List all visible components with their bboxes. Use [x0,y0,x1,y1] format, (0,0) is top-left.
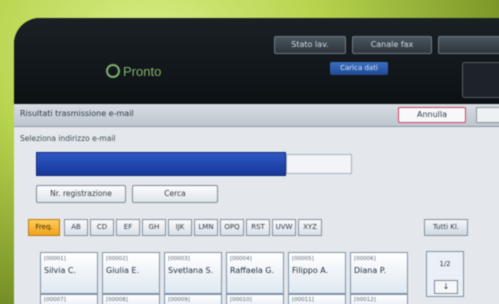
address-entry[interactable]: [00002] Giulia E. [102,252,160,294]
entry-name: Giulia E. [106,266,139,275]
email-address-field-end[interactable] [286,154,352,174]
entry-number: [00006] [354,256,376,262]
email-address-field[interactable] [36,152,286,176]
entry-number: [00012] [354,297,376,303]
tab-xyz[interactable]: XYZ [298,219,322,236]
entry-number: [00007] [44,297,66,303]
address-entry[interactable]: [00003] Svetlana S. [164,252,222,294]
email-results-panel: Risultati trasmissione e-mail Annulla Se… [14,104,499,304]
address-entry[interactable]: [00006] Diana P. [350,252,408,294]
entry-number: [00009] [168,297,190,303]
search-button[interactable]: Cerca [132,185,218,203]
device-bezel: Stato lav. Canale fax Pronto Carica dati… [0,0,499,304]
tab-freq[interactable]: Freq. [28,219,60,236]
entry-name: Filippo A. [292,266,329,275]
top-bar: Stato lav. Canale fax Pronto Carica dati [14,18,499,104]
tab-ef[interactable]: EF [116,219,140,236]
entry-number: [00010] [230,297,252,303]
address-entry[interactable]: [00001] Silvia C. [40,252,98,294]
registration-number-button[interactable]: Nr. registrazione [36,185,126,203]
address-entry[interactable]: [00004] Raffaela G. [226,252,284,294]
entry-name: Silvia C. [44,266,77,275]
entry-name: Diana P. [354,266,386,275]
tab-gh[interactable]: GH [142,219,166,236]
data-status-chip: Carica dati [330,62,388,75]
entry-number: [00011] [292,297,314,303]
panel-title: Risultati trasmissione e-mail [20,109,134,118]
tab-lmn[interactable]: LMN [194,219,218,236]
address-entry[interactable]: [00011] [288,294,346,304]
fax-channel-button[interactable]: Canale fax [352,36,432,54]
ready-label: Pronto [123,64,162,79]
page-navigator: 1/2 ↓ [426,251,464,297]
page-indicator: 1/2 [439,260,451,268]
entry-number: [00001] [44,256,66,262]
tab-opq[interactable]: OPQ [220,219,244,236]
tab-all[interactable]: Tutti Kl. [424,219,468,236]
ready-status: Pronto [106,64,161,79]
tab-ijk[interactable]: IJK [168,219,192,236]
entry-number: [00008] [106,297,128,303]
tab-ab[interactable]: AB [64,219,88,236]
tab-rst[interactable]: RST [246,219,270,236]
address-entry[interactable]: [00005] Filippo A. [288,252,346,294]
tab-cd[interactable]: CD [90,219,114,236]
entry-number: [00002] [106,256,128,262]
top-button-3[interactable] [438,36,499,54]
address-entry[interactable]: [00007] [40,294,98,304]
ok-button[interactable] [476,107,499,123]
select-email-label: Seleziona indirizzo e-mail [20,134,116,143]
cancel-button[interactable]: Annulla [398,107,466,123]
address-entry[interactable]: [00008] [102,294,160,304]
entry-name: Raffaela G. [230,266,275,275]
entry-number: [00003] [168,256,190,262]
next-page-button[interactable]: ↓ [434,280,458,294]
tab-uvw[interactable]: UVW [272,219,296,236]
address-entry[interactable]: [00010] [226,294,284,304]
device-screen: Stato lav. Canale fax Pronto Carica dati… [14,18,499,304]
entry-number: [00005] [292,256,314,262]
ready-icon [106,64,120,78]
panel-titlebar: Risultati trasmissione e-mail Annulla [14,104,499,127]
side-panel-button[interactable] [462,62,499,98]
address-entry[interactable]: [00009] [164,294,222,304]
entry-name: Svetlana S. [168,266,214,275]
entry-number: [00004] [230,256,252,262]
job-status-button[interactable]: Stato lav. [274,36,346,54]
address-entry[interactable]: [00012] [350,294,408,304]
